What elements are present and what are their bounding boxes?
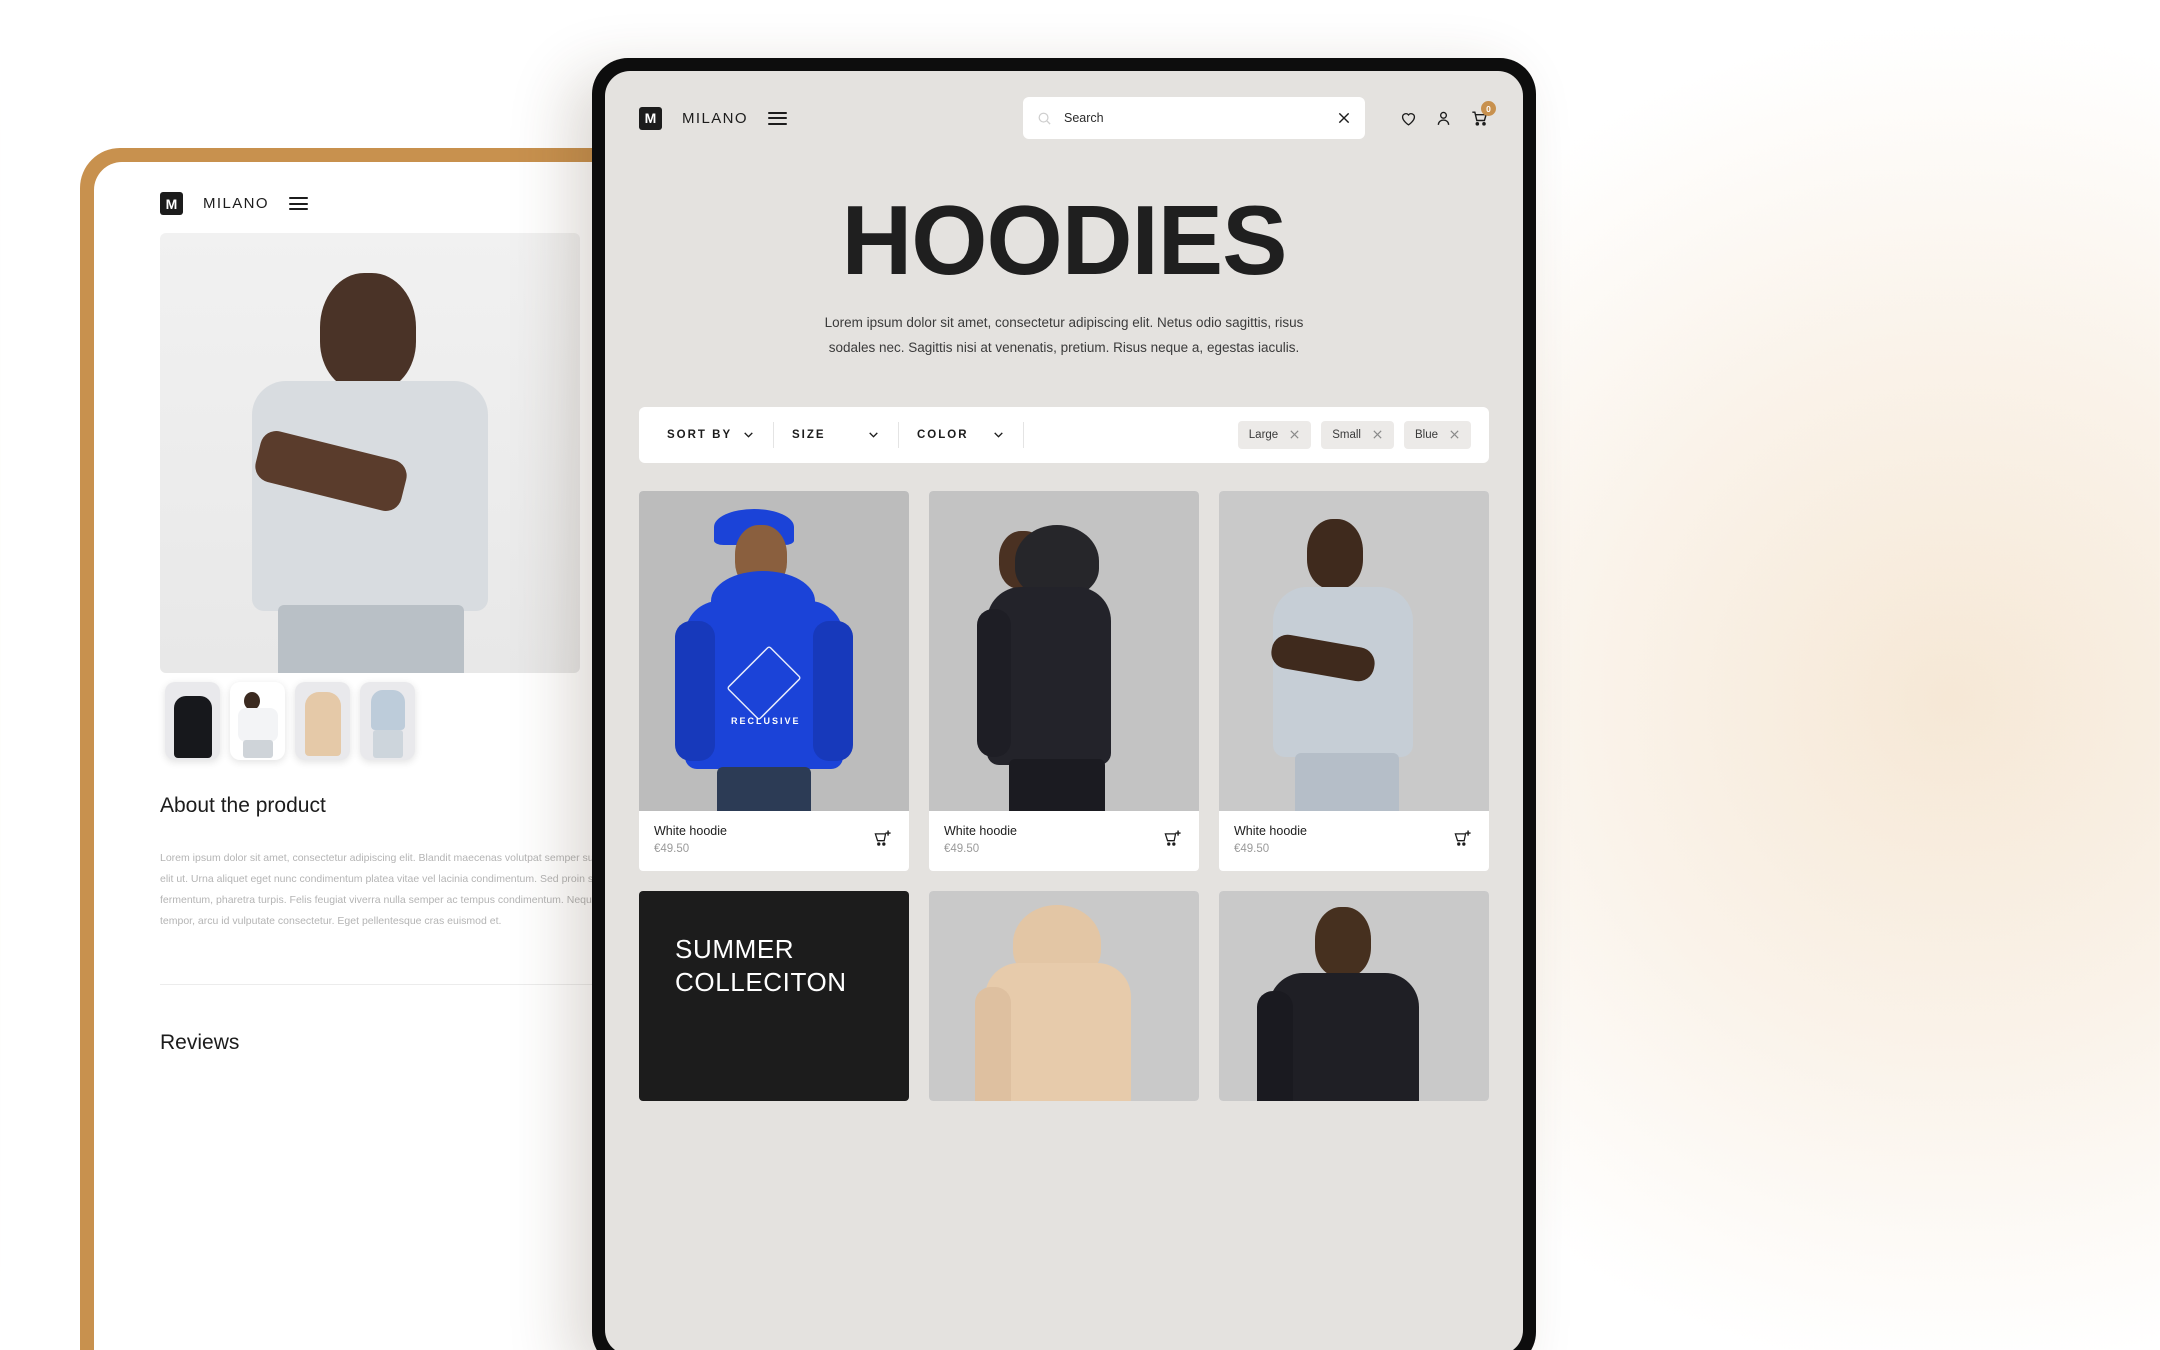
search-icon [1038, 112, 1051, 125]
chevron-down-icon [869, 432, 878, 439]
size-select[interactable]: SIZE [774, 421, 899, 448]
right-header: M MILANO Search 0 [605, 71, 1523, 139]
product-image[interactable] [929, 890, 1199, 1101]
close-icon[interactable] [1289, 429, 1300, 440]
size-filter-label: SIZE [792, 428, 826, 441]
header-icons: 0 [1399, 101, 1496, 128]
page-subtitle: Lorem ipsum dolor sit amet, consectetur … [824, 315, 1304, 355]
filter-chip-small[interactable]: Small [1321, 420, 1394, 449]
product-price: €49.50 [654, 842, 690, 855]
chevron-down-icon [994, 432, 1003, 439]
active-filter-chips: Large Small Blue [1237, 420, 1479, 449]
hoodies-listing-page: M MILANO Search 0 HOODIES Lorem ipsum do… [605, 71, 1523, 1350]
hoodie-graphic-text: RECLUSIVE [731, 715, 801, 726]
user-icon [1437, 111, 1450, 125]
product-name: White hoodie [654, 823, 727, 838]
right-tablet-device: M MILANO Search 0 HOODIES Lorem ipsum do… [592, 58, 1536, 1350]
heart-icon [1401, 112, 1416, 126]
thumbnail-item[interactable] [295, 682, 350, 761]
product-card[interactable]: White hoodie €49.50 [929, 490, 1199, 871]
hamburger-icon[interactable] [767, 111, 787, 125]
product-image[interactable] [929, 490, 1199, 811]
product-image[interactable] [1219, 890, 1489, 1101]
cart-button[interactable]: 0 [1469, 101, 1496, 128]
product-card[interactable]: RECLUSIVE White hoodie €49.50 [639, 490, 909, 871]
filter-chip-label: Large [1248, 428, 1279, 441]
product-grid: RECLUSIVE White hoodie €49.50 White hood… [639, 490, 1489, 1101]
cart-plus-icon[interactable] [1162, 828, 1184, 850]
product-card[interactable]: White hoodie €49.50 [1219, 490, 1489, 871]
close-icon[interactable] [1372, 429, 1383, 440]
reviews-heading: Reviews [160, 1031, 240, 1055]
product-hero-image[interactable] [160, 233, 580, 673]
product-gallery [160, 233, 580, 761]
about-paragraph-left: Lorem ipsum dolor sit amet, consectetur … [160, 852, 641, 928]
promo-line-1: SUMMER [675, 933, 795, 964]
cart-count-badge: 0 [1481, 101, 1496, 116]
milano-logo-icon[interactable]: M [160, 192, 183, 215]
milano-logo-icon[interactable]: M [639, 106, 662, 130]
product-card[interactable] [1219, 890, 1489, 1101]
thumbnail-strip [165, 682, 415, 761]
sort-by-label: SORT BY [667, 428, 733, 441]
product-name: White hoodie [1234, 823, 1307, 838]
product-image[interactable]: RECLUSIVE [639, 490, 909, 811]
color-select[interactable]: COLOR [899, 421, 1024, 448]
thumbnail-item[interactable] [165, 682, 220, 761]
close-icon[interactable] [1337, 111, 1351, 125]
chevron-down-icon [744, 432, 753, 439]
promo-card-summer-collection[interactable]: SUMMER COLLECITON [639, 890, 909, 1101]
cart-plus-icon[interactable] [1452, 828, 1474, 850]
filter-chip-large[interactable]: Large [1237, 420, 1312, 449]
account-button[interactable] [1434, 109, 1453, 128]
product-price: €49.50 [944, 842, 980, 855]
sort-by-select[interactable]: SORT BY [649, 421, 774, 448]
thumbnail-item[interactable] [360, 682, 415, 761]
hamburger-icon[interactable] [288, 197, 308, 210]
promo-line-2: COLLECITON [675, 967, 847, 998]
product-image[interactable] [1219, 490, 1489, 811]
product-name: White hoodie [944, 823, 1017, 838]
wishlist-button[interactable] [1399, 109, 1418, 128]
brand-name[interactable]: MILANO [203, 195, 269, 212]
page-title: HOODIES [841, 185, 1288, 295]
filter-chip-label: Small [1332, 428, 1361, 441]
filter-chip-blue[interactable]: Blue [1403, 420, 1471, 449]
close-icon[interactable] [1449, 429, 1460, 440]
color-filter-label: COLOR [917, 428, 969, 441]
filter-chip-label: Blue [1414, 428, 1438, 441]
thumbnail-item[interactable] [230, 682, 285, 761]
product-price: €49.50 [1234, 842, 1270, 855]
brand-name[interactable]: MILANO [682, 110, 748, 127]
filter-bar: SORT BY SIZE COLOR Large Small Blue [639, 406, 1489, 463]
cart-plus-icon[interactable] [872, 828, 894, 850]
product-card[interactable] [929, 890, 1199, 1101]
search-input[interactable]: Search [1064, 111, 1325, 125]
search-bar[interactable]: Search [1023, 97, 1365, 139]
